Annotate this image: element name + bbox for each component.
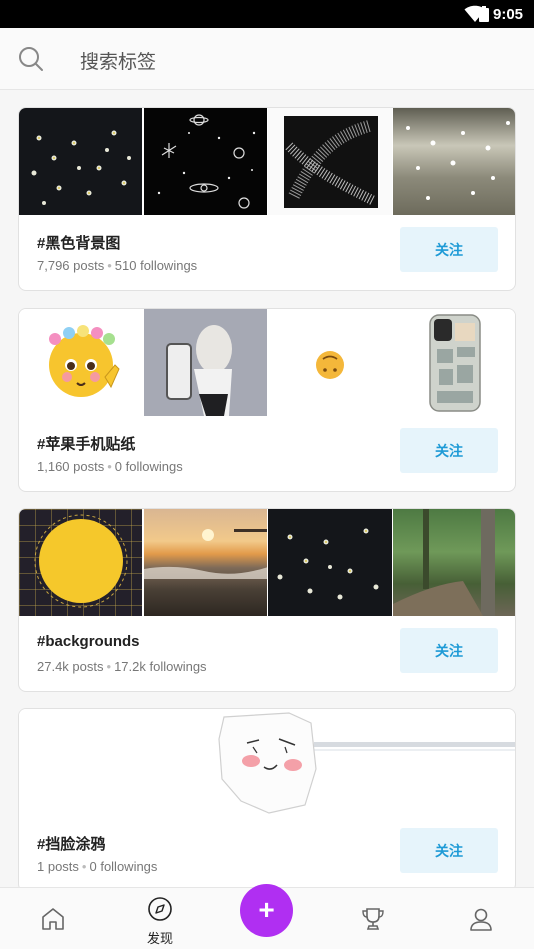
separator-dot: • — [107, 258, 112, 273]
followings-count: 0 followings — [114, 459, 183, 474]
tag-card[interactable]: #苹果手机贴纸 1,160 posts • 0 followings 关注 — [18, 308, 516, 492]
profile-icon[interactable] — [468, 906, 494, 932]
separator-dot: • — [107, 459, 112, 474]
thumbnail-yellow-circle-grid[interactable] — [19, 509, 143, 616]
status-bar: 9:05 — [0, 0, 534, 28]
posts-count: 1,160 posts — [37, 459, 105, 474]
status-time: 9:05 — [493, 6, 524, 23]
tag-stats: 7,796 posts • 510 followings — [37, 258, 197, 273]
thumbnail-ribbon-texture[interactable] — [268, 108, 392, 215]
tag-stats: 1 posts • 0 followings — [37, 859, 157, 874]
tag-title[interactable]: #挡脸涂鸦 — [37, 833, 105, 854]
tag-stats: 1,160 posts • 0 followings — [37, 459, 183, 474]
search-input[interactable]: 搜索标签 — [80, 47, 156, 74]
posts-count: 7,796 posts — [37, 258, 105, 273]
thumbnail-sunset-beach[interactable] — [143, 509, 268, 616]
compass-icon[interactable] — [147, 896, 173, 922]
followings-count: 17.2k followings — [114, 659, 207, 674]
separator-dot: • — [106, 659, 112, 674]
tag-title[interactable]: #backgrounds — [37, 633, 140, 650]
bottom-nav: 发现 + — [0, 884, 534, 949]
tag-stats: 27.4k posts • 17.2k followings — [37, 659, 207, 674]
tag-card[interactable]: #backgrounds 27.4k posts • 17.2k following… — [18, 508, 516, 692]
thumbnail-dark-daisies[interactable] — [268, 509, 392, 616]
nav-leaderboard[interactable] — [350, 888, 396, 949]
thumbnail-row[interactable] — [19, 709, 515, 816]
nav-discover-label: 发现 — [147, 931, 174, 946]
thumbnail-row[interactable] — [19, 309, 515, 416]
thumbnail-sparkle-water[interactable] — [393, 108, 515, 215]
nav-home[interactable] — [30, 888, 76, 949]
tag-title[interactable]: #黑色背景图 — [37, 232, 120, 253]
follow-button[interactable]: 关注 — [400, 628, 498, 673]
separator-dot: • — [81, 859, 87, 874]
thumbnail-phone-case[interactable] — [393, 309, 515, 416]
create-post-button[interactable]: + — [240, 884, 293, 937]
tag-card[interactable]: #黑色背景图 7,796 posts • 510 followings 关注 — [18, 107, 516, 291]
thumbnail-flower-crown-emoji[interactable] — [19, 309, 143, 416]
nav-discover[interactable]: 发现 — [135, 888, 185, 949]
thumbnail-row[interactable] — [19, 509, 515, 616]
posts-count: 1 posts — [37, 859, 79, 874]
follow-button[interactable]: 关注 — [400, 227, 498, 272]
home-icon[interactable] — [40, 906, 66, 932]
thumbnail-forest-path[interactable] — [393, 509, 515, 616]
thumbnail-space-doodles[interactable] — [143, 108, 268, 215]
trophy-icon[interactable] — [360, 906, 386, 932]
posts-count: 27.4k posts — [37, 659, 104, 674]
thumbnail-upside-down-emoji[interactable] — [268, 309, 392, 416]
thumbnail-face-doodle[interactable] — [19, 709, 515, 816]
follow-button[interactable]: 关注 — [400, 828, 498, 873]
thumbnail-row[interactable] — [19, 108, 515, 215]
tag-card[interactable]: #挡脸涂鸦 1 posts • 0 followings 关注 — [18, 708, 516, 887]
search-bar[interactable]: 搜索标签 — [0, 28, 534, 90]
follow-button[interactable]: 关注 — [400, 428, 498, 473]
battery-icon — [479, 6, 489, 22]
search-icon[interactable] — [18, 46, 44, 72]
tag-title[interactable]: #苹果手机贴纸 — [37, 433, 135, 454]
thumbnail-dark-daisies[interactable] — [19, 108, 143, 215]
followings-count: 510 followings — [114, 258, 198, 273]
followings-count: 0 followings — [89, 859, 158, 874]
thumbnail-mirror-selfie[interactable] — [143, 309, 268, 416]
nav-profile[interactable] — [458, 888, 504, 949]
plus-icon: + — [258, 894, 275, 925]
tag-feed[interactable]: #黑色背景图 7,796 posts • 510 followings 关注 #… — [0, 90, 534, 887]
